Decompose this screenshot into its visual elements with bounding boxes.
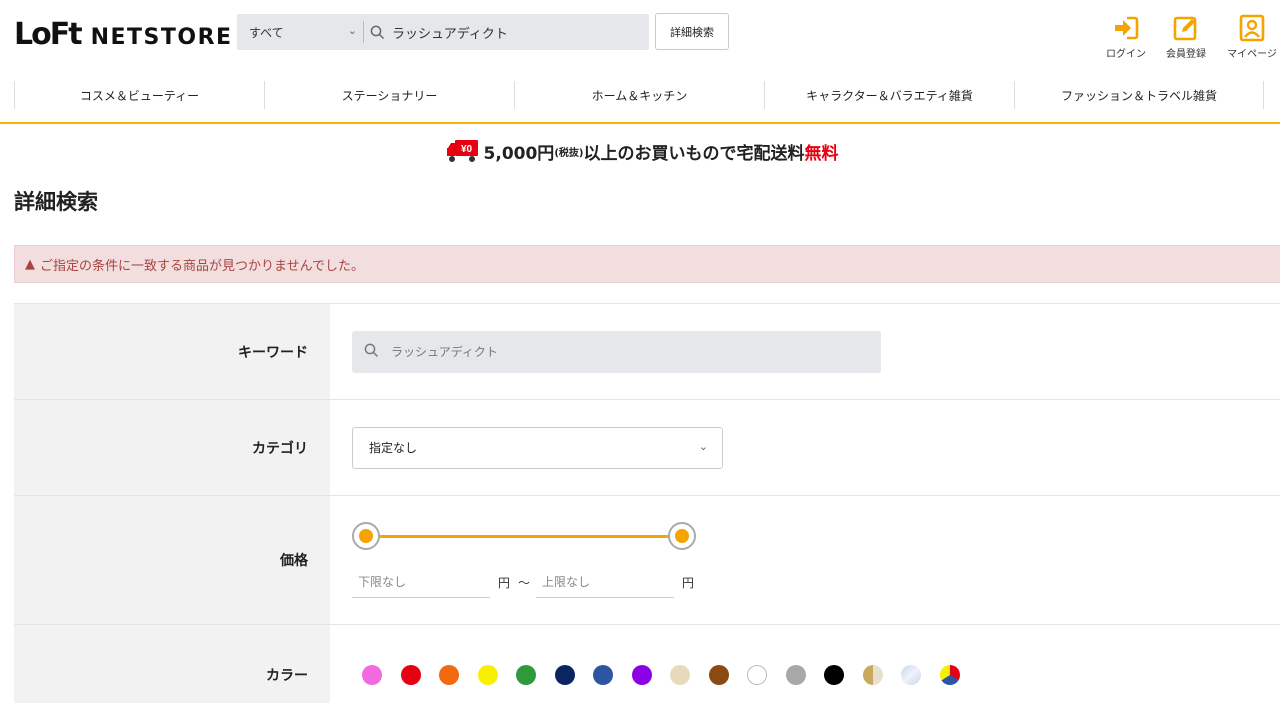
promo-amount: 5,000円 — [483, 143, 555, 164]
price-min-input[interactable]: 下限なし — [352, 566, 490, 598]
register-icon — [1173, 16, 1197, 41]
category-row: カテゴリ 指定なし ⌄ — [14, 400, 1280, 496]
no-results-alert: ▲ ご指定の条件に一致する商品が見つかりませんでした。 — [14, 245, 1280, 283]
login-link[interactable]: ログイン — [1104, 14, 1148, 60]
mypage-link[interactable]: マイページ — [1224, 14, 1280, 60]
user-nav: ログイン 会員登録 マイページ — [1088, 14, 1280, 60]
price-label: 価格 — [14, 496, 330, 624]
mypage-label: マイページ — [1227, 49, 1277, 60]
search-icon — [364, 343, 379, 361]
color-swatch[interactable] — [439, 664, 459, 685]
site-logo[interactable]: LoFt NETSTORE — [14, 17, 233, 52]
price-slider-min-handle[interactable] — [352, 522, 380, 550]
login-icon — [1115, 16, 1139, 40]
price-row: 価格 下限なし 円 〜 上限なし 円 — [14, 496, 1280, 625]
category-select-value: 指定なし — [369, 441, 418, 455]
color-swatch[interactable] — [631, 664, 652, 685]
login-label: ログイン — [1106, 49, 1146, 60]
warning-icon: ▲ — [25, 256, 35, 272]
color-swatch[interactable] — [670, 664, 690, 685]
color-swatch[interactable] — [477, 664, 498, 685]
color-swatches — [362, 664, 978, 685]
color-label: カラー — [14, 625, 330, 703]
chevron-down-icon: ⌄ — [347, 24, 357, 37]
price-max-unit: 円 — [682, 575, 695, 590]
category-home-kitchen[interactable]: ホーム＆キッチン — [514, 81, 764, 109]
advanced-search-button[interactable]: 詳細検索 — [655, 13, 729, 50]
category-nav: コスメ＆ビューティー ステーショナリー ホーム＆キッチン キャラクター＆バラエテ… — [0, 70, 1280, 124]
keyword-input[interactable]: ラッシュアディクト — [352, 330, 881, 373]
color-swatch[interactable] — [862, 664, 883, 685]
category-label: カテゴリ — [14, 400, 330, 495]
category-character-variety[interactable]: キャラクター＆バラエティ雑貨 — [764, 81, 1014, 109]
logo-text: NETSTORE — [90, 25, 233, 50]
shipping-promo-banner[interactable]: ¥0 5,000円 (税抜) 以上のお買いもので宅配送料 無料 — [0, 124, 1280, 178]
price-max-input[interactable]: 上限なし — [536, 566, 675, 598]
price-slider-max-handle[interactable] — [668, 522, 696, 550]
color-swatch[interactable] — [901, 664, 921, 685]
color-row: カラー — [14, 625, 1280, 703]
keyword-row: キーワード ラッシュアディクト — [14, 304, 1280, 400]
color-swatch[interactable] — [824, 664, 844, 685]
color-swatch[interactable] — [554, 664, 575, 685]
color-swatch[interactable] — [593, 664, 613, 685]
logo-mark: LoFt — [14, 17, 83, 52]
category-fashion-travel[interactable]: ファッション＆トラベル雑貨 — [1014, 81, 1264, 109]
color-swatch[interactable] — [785, 664, 806, 685]
promo-tax: (税抜) — [554, 147, 584, 159]
promo-highlight: 無料 — [804, 143, 839, 164]
price-fields: 下限なし 円 〜 上限なし 円 — [352, 566, 702, 598]
price-slider[interactable]: 下限なし 円 〜 上限なし 円 — [352, 496, 712, 624]
color-swatch[interactable] — [362, 664, 382, 685]
color-swatch[interactable] — [939, 664, 960, 685]
price-min-unit: 円 — [498, 575, 511, 590]
alert-text: ご指定の条件に一致する商品が見つかりませんでした。 — [40, 258, 364, 274]
advanced-search-form: キーワード ラッシュアディクト カテゴリ 指定なし ⌄ 価格 下限なし 円 〜 … — [14, 303, 1280, 703]
color-swatch[interactable] — [747, 664, 767, 685]
site-header: LoFt NETSTORE すべて ⌄ ラッシュアディクト 詳細検索 ログイン … — [0, 0, 1280, 70]
register-link[interactable]: 会員登録 — [1164, 14, 1208, 60]
register-label: 会員登録 — [1166, 49, 1206, 60]
color-swatch[interactable] — [516, 664, 536, 685]
truck-icon: ¥0 — [446, 140, 478, 162]
mypage-icon — [1239, 14, 1265, 42]
price-separator: 〜 — [518, 575, 531, 590]
color-swatch[interactable] — [400, 664, 421, 685]
header-search-input[interactable]: ラッシュアディクト — [392, 23, 508, 42]
category-stationery[interactable]: ステーショナリー — [264, 81, 514, 109]
search-category-value: すべて — [249, 25, 284, 40]
chevron-down-icon: ⌄ — [698, 439, 708, 453]
promo-badge: ¥0 — [460, 144, 472, 155]
category-select[interactable]: 指定なし ⌄ — [352, 426, 723, 469]
keyword-value: ラッシュアディクト — [391, 345, 498, 359]
header-search-bar: すべて ⌄ ラッシュアディクト — [237, 14, 649, 50]
promo-text: 以上のお買いもので宅配送料 — [583, 143, 805, 164]
category-cosme-beauty[interactable]: コスメ＆ビューティー — [14, 81, 264, 109]
keyword-label: キーワード — [14, 304, 330, 399]
page-title: 詳細検索 — [14, 190, 98, 214]
color-swatch[interactable] — [708, 664, 729, 685]
search-icon[interactable] — [364, 25, 390, 40]
search-category-select[interactable]: すべて ⌄ — [237, 14, 363, 50]
price-slider-track — [366, 535, 682, 538]
